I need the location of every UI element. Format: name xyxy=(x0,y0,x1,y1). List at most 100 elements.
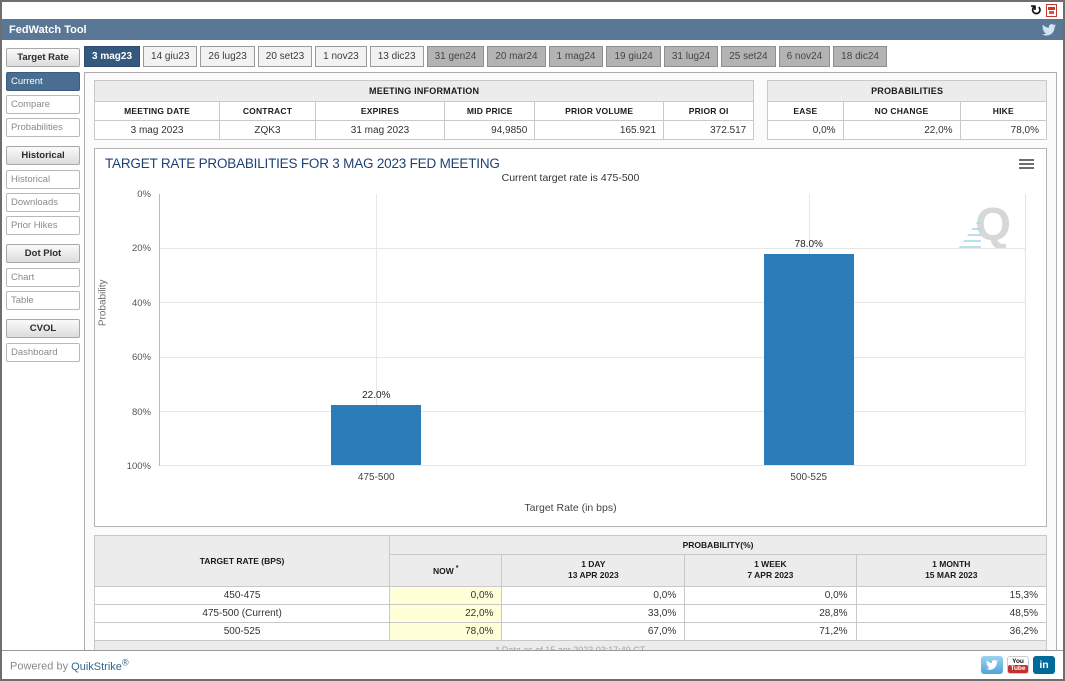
footer-bar: Powered by QuikStrike® You Tube in xyxy=(2,650,1063,679)
sidebar: Target Rate Current Compare Probabilities Hi… xyxy=(6,46,80,679)
gridline-h xyxy=(160,248,1025,250)
probabilities-col-header: NO CHANGE xyxy=(842,101,961,121)
gridline-h xyxy=(160,465,1025,466)
tab-3-mag23[interactable]: 3 mag23 xyxy=(84,46,141,67)
meeting-info-value: ZQK3 xyxy=(219,120,316,140)
probability-history-table: TARGET RATE (BPS) PROBABILITY(%) NOW * 1 DA… xyxy=(93,535,1048,660)
tab-14-giu23[interactable]: 14 giu23 xyxy=(143,46,198,67)
tab-25-set24[interactable]: 25 set24 xyxy=(721,46,776,67)
tab-20-mar24[interactable]: 20 mar24 xyxy=(487,46,546,67)
meeting-information-table: MEETING INFORMATION MEETING DATE CONTRACT E… xyxy=(93,80,755,140)
app-header-bar: FedWatch Tool xyxy=(2,19,1063,40)
meeting-info-value: 94,9850 xyxy=(444,120,536,140)
probability-group-header: PROBABILITY(%) xyxy=(389,535,1047,555)
tab-6-nov24[interactable]: 6 nov24 xyxy=(778,46,831,67)
app-title: FedWatch Tool xyxy=(9,23,87,36)
probabilities-value: 22,0% xyxy=(842,120,961,140)
main-panel: MEETING INFORMATION MEETING DATE CONTRACT E… xyxy=(84,72,1057,679)
target-rate-header: TARGET RATE (BPS) xyxy=(93,535,391,587)
sidebar-item-historical[interactable]: Historical xyxy=(6,170,80,189)
probability-cell: 78,0% xyxy=(389,621,503,641)
gridline-h xyxy=(160,410,1025,412)
probability-cell: 0,0% xyxy=(684,585,857,605)
y-tick-label: 40% xyxy=(131,297,151,309)
sidebar-item-prior-hikes[interactable]: Prior Hikes xyxy=(6,216,80,235)
target-rate-cell: 450-475 xyxy=(93,585,391,605)
tab-13-dic23[interactable]: 13 dic23 xyxy=(369,46,424,67)
meeting-info-col-header: EXPIRES xyxy=(314,101,446,121)
sidebar-item-dashboard[interactable]: Dashboard xyxy=(6,343,80,362)
table-row: 500-525 78,0% 67,0% 71,2% 36,2% xyxy=(93,621,1048,641)
bar-value-label: 78.0% xyxy=(794,238,823,250)
probability-cell: 71,2% xyxy=(684,621,857,641)
tab-1-nov23[interactable]: 1 nov23 xyxy=(315,46,367,67)
probability-sub-header: NOW * xyxy=(389,554,503,587)
probability-cell: 67,0% xyxy=(501,621,686,641)
probabilities-title: PROBABILITIES xyxy=(767,80,1047,102)
meeting-info-col-header: PRIOR VOLUME xyxy=(534,101,665,121)
bar-475-500 xyxy=(331,405,422,465)
tab-18-dic24[interactable]: 18 dic24 xyxy=(833,46,887,67)
tab-31-gen24[interactable]: 31 gen24 xyxy=(426,46,485,67)
linkedin-social-icon[interactable]: in xyxy=(1033,656,1055,674)
y-tick-label: 0% xyxy=(137,189,151,200)
meeting-info-col-header: CONTRACT xyxy=(219,101,316,121)
meeting-date-tabs: 3 mag23 14 giu23 26 lug23 20 set23 1 nov23 13… xyxy=(84,46,1057,67)
probability-sub-header: 1 WEEK 7 APR 2023 xyxy=(684,554,857,587)
quikstrike-watermark-icon: Q xyxy=(957,201,1011,250)
sidebar-section-header: Dot Plot xyxy=(6,244,80,263)
twitter-icon[interactable] xyxy=(1042,23,1056,36)
gridline-h xyxy=(160,356,1025,358)
probability-cell: 36,2% xyxy=(855,621,1048,641)
probability-cell: 0,0% xyxy=(389,585,503,605)
x-axis-title: Target Rate (in bps) xyxy=(524,502,617,514)
probabilities-col-header: HIKE xyxy=(959,101,1048,121)
probability-sub-header: 1 MONTH 15 MAR 2023 xyxy=(855,554,1048,587)
bar-chart: Probability Q 22.0% 475-500 78.0% 500-525 0… xyxy=(98,189,1036,498)
sidebar-item-chart[interactable]: Chart xyxy=(6,268,80,287)
probability-cell: 33,0% xyxy=(501,603,686,623)
bar-value-label: 22.0% xyxy=(362,390,391,402)
browser-chrome-strip: ↻ xyxy=(2,2,1063,19)
chart-subtitle: Current target rate is 475-500 xyxy=(501,172,640,184)
refresh-icon[interactable]: ↻ xyxy=(1030,3,1042,17)
sidebar-item-downloads[interactable]: Downloads xyxy=(6,193,80,212)
quikstrike-link[interactable]: QuikStrike® xyxy=(71,657,129,673)
tab-1-mag24[interactable]: 1 mag24 xyxy=(548,46,604,67)
twitter-social-icon[interactable] xyxy=(981,656,1003,674)
x-tick-label: 500-525 xyxy=(790,472,828,483)
sidebar-item-current[interactable]: Current xyxy=(6,72,80,91)
tab-26-lug23[interactable]: 26 lug23 xyxy=(200,46,255,67)
table-row: 450-475 0,0% 0,0% 0,0% 15,3% xyxy=(93,585,1048,605)
chart-title: TARGET RATE PROBABILITIES FOR 3 MAG 2023… xyxy=(105,156,500,171)
chart-menu-icon[interactable] xyxy=(1019,156,1034,171)
probability-sub-header: 1 DAY 13 APR 2023 xyxy=(501,554,686,587)
tab-19-giu24[interactable]: 19 giu24 xyxy=(606,46,661,67)
bar-500-525 xyxy=(763,253,854,465)
pdf-export-icon[interactable] xyxy=(1046,3,1057,17)
sidebar-section-header: Historical xyxy=(6,146,80,165)
sidebar-section-header: Target Rate xyxy=(6,48,80,67)
tab-31-lug24[interactable]: 31 lug24 xyxy=(663,46,719,67)
y-tick-label: 80% xyxy=(131,406,151,418)
sidebar-item-table[interactable]: Table xyxy=(6,291,80,310)
powered-by-label: Powered by xyxy=(10,660,69,673)
gridline-h xyxy=(160,302,1025,304)
meeting-info-col-header: PRIOR OI xyxy=(663,101,755,121)
y-tick-label: 20% xyxy=(131,243,151,255)
fedwatch-window: ↻ FedWatch Tool Target Rate Current Compar… xyxy=(0,0,1065,681)
tab-20-set23[interactable]: 20 set23 xyxy=(257,46,313,67)
youtube-social-icon[interactable]: You Tube xyxy=(1007,656,1029,674)
plot-area: Q 22.0% 475-500 78.0% 500-525 xyxy=(159,194,1026,483)
x-tick-label: 475-500 xyxy=(357,472,395,483)
y-tick-label: 100% xyxy=(126,461,151,472)
probabilities-value: 78,0% xyxy=(959,120,1048,140)
sidebar-item-compare[interactable]: Compare xyxy=(6,95,80,114)
probability-cell: 15,3% xyxy=(855,585,1048,605)
meeting-info-title: MEETING INFORMATION xyxy=(93,80,755,102)
meeting-info-col-header: MEETING DATE xyxy=(93,101,221,121)
meeting-info-value: 165.921 xyxy=(534,120,665,140)
sidebar-item-probabilities[interactable]: Probabilities xyxy=(6,118,80,137)
probability-cell: 48,5% xyxy=(855,603,1048,623)
chart-panel: TARGET RATE PROBABILITIES FOR 3 MAG 2023… xyxy=(94,148,1047,527)
